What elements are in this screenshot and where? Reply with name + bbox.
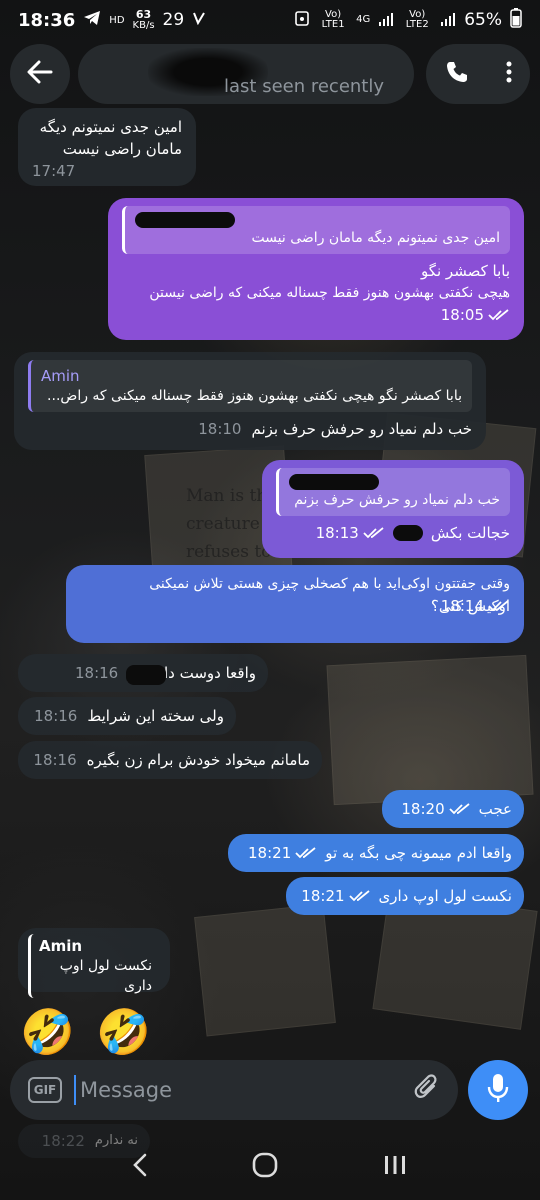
message-text: مامان راضی نیست [62,140,182,158]
wallpaper-paper [194,903,336,1037]
signal-icon [378,11,394,30]
double-check-icon [295,847,316,859]
hd-icon: HD [109,14,125,26]
phone-icon[interactable] [445,60,469,88]
message-text: بابا کصشر نگو [420,262,510,280]
nav-recents-icon[interactable] [383,1153,407,1181]
microphone-icon [487,1073,509,1107]
message-meta: 18:13 [316,522,385,544]
reply-quote[interactable]: Amin بابا کصشر نگو هیچی نکفتی بهشون هنوز… [28,360,472,412]
message-input[interactable] [74,1075,404,1105]
signal-icon [440,11,456,30]
emoji-rofl: 🤣 [20,1007,75,1058]
message-bubble-outgoing[interactable]: وقتی جفتتون اوکی‌اید با هم کصخلی چیزی هس… [66,565,524,643]
message-bubble-outgoing[interactable]: خب دلم نمیاد رو حرفش حرف بزنم 18:13 خجال… [262,460,524,558]
arrow-left-icon [27,60,53,88]
system-nav-bar [0,1144,540,1190]
nav-home-icon[interactable] [252,1152,278,1182]
message-meta: 18:14 [441,595,510,617]
message-meta: 18:20 [401,798,470,820]
chat-header: last seen recently [10,44,530,104]
message-text: هیچی نکفتی بهشون هنوز فقط چسناله میکنی ک… [149,285,510,301]
message-time: 18:20 [401,800,445,818]
telegram-icon [83,10,101,31]
message-text: واقعا ادم میمونه چی بگه به تو [325,844,512,862]
reply-author: Amin [41,367,80,385]
check-notif-icon [192,10,206,30]
message-text: وقتی جفتتون اوکی‌اید با هم کصخلی چیزی هس… [149,576,510,592]
double-check-icon [488,309,509,321]
message-text: مامانم میخواد خودش برام زن بگیره [86,751,310,769]
message-text: خجالت بکش [430,524,510,542]
sim2-label: Vo) LTE2 [405,9,429,30]
voice-record-button[interactable] [468,1060,528,1120]
sim1-network-type: 4G [356,14,371,25]
status-bar: 18:36 HD 63 KB/s 29 Vo) LTE1 4G Vo) LTE2… [0,0,540,40]
reply-quote[interactable]: امین جدی نمیتونم دیگه مامان راضی نیست [122,206,510,254]
double-check-icon [363,527,384,539]
reply-text: خب دلم نمیاد رو حرفش حرف بزنم [294,492,500,508]
double-check-icon [448,803,470,815]
nav-back-icon[interactable] [132,1153,147,1181]
message-time: 17:47 [32,162,76,180]
message-bubble-outgoing[interactable]: 18:21 نکست لول اوپ داری [286,877,524,915]
reply-quote[interactable]: Amin نکست لول اوپ داری [28,934,160,998]
header-actions [426,44,530,104]
clock: 18:36 [18,9,76,31]
message-bubble-incoming[interactable]: Amin بابا کصشر نگو هیچی نکفتی بهشون هنوز… [14,352,486,450]
battery-icon [510,8,522,32]
last-seen-status: last seen recently [224,76,385,97]
message-time: 18:10 [198,420,242,438]
reply-author: Amin [39,937,83,955]
reply-text: بابا کصشر نگو هیچی نکفتی بهشون هنوز فقط … [47,388,462,404]
message-bubble-incoming[interactable]: 18:16 مامانم میخواد خودش برام زن بگیره [18,741,322,779]
redacted-reply-name [135,212,235,228]
message-text: خب دلم نمیاد رو حرفش حرف بزنم [251,420,472,438]
alarm-icon [294,9,310,31]
emoji-rofl: 🤣 [96,1007,151,1058]
message-time: 18:13 [315,524,359,542]
message-bubble-incoming[interactable]: 18:16 ولی سخته این شرایط [18,697,236,735]
redacted-text [392,525,423,541]
double-check-icon [488,600,509,612]
net-speed: 63 KB/s [132,7,155,31]
message-time: 18:16 [34,707,78,725]
paperclip-icon[interactable] [414,1074,440,1106]
message-text: امین جدی نمیتونم دیگه [39,118,182,136]
reply-text: نکست لول اوپ داری [59,958,152,994]
sim1-label: Vo) LTE1 [321,9,345,30]
wallpaper-paper [326,654,534,806]
message-text: عجب [478,800,512,818]
message-text: نکست لول اوپ داری [378,887,512,905]
battery-level: 65% [464,10,502,30]
notification-count: 29 [162,10,185,30]
gif-button[interactable]: GIF [28,1077,62,1103]
message-text: ولی سخته این شرایط [87,707,224,725]
redacted-text [126,665,166,685]
message-bubble-outgoing[interactable]: 18:20 عجب [382,790,524,828]
message-meta: 18:05 [441,304,510,326]
message-time: 18:16 [33,751,77,769]
message-bubble-outgoing[interactable]: 18:21 واقعا ادم میمونه چی بگه به تو [228,834,524,872]
message-time: 18:05 [440,306,484,324]
chat-title[interactable]: last seen recently [78,44,414,104]
message-time: 18:21 [301,887,345,905]
message-bubble-outgoing[interactable]: امین جدی نمیتونم دیگه مامان راضی نیست با… [108,198,524,340]
message-time: 18:16 [74,664,119,682]
reply-quote[interactable]: خب دلم نمیاد رو حرفش حرف بزنم [276,468,510,516]
message-bubble-incoming[interactable]: Amin نکست لول اوپ داری [18,928,170,998]
message-composer: GIF [10,1060,458,1120]
message-time: 18:14 [440,597,484,615]
reply-text: امین جدی نمیتونم دیگه مامان راضی نیست [251,230,500,246]
message-meta: 18:21 [301,885,370,907]
message-bubble-incoming[interactable]: امین جدی نمیتونم دیگه مامان راضی نیست 17… [18,108,196,186]
redacted-reply-name [289,474,379,490]
double-check-icon [348,890,370,902]
back-button[interactable] [10,44,70,104]
message-time: 18:21 [248,844,292,862]
more-vertical-icon[interactable] [506,61,512,87]
message-meta: 18:21 [248,842,317,864]
